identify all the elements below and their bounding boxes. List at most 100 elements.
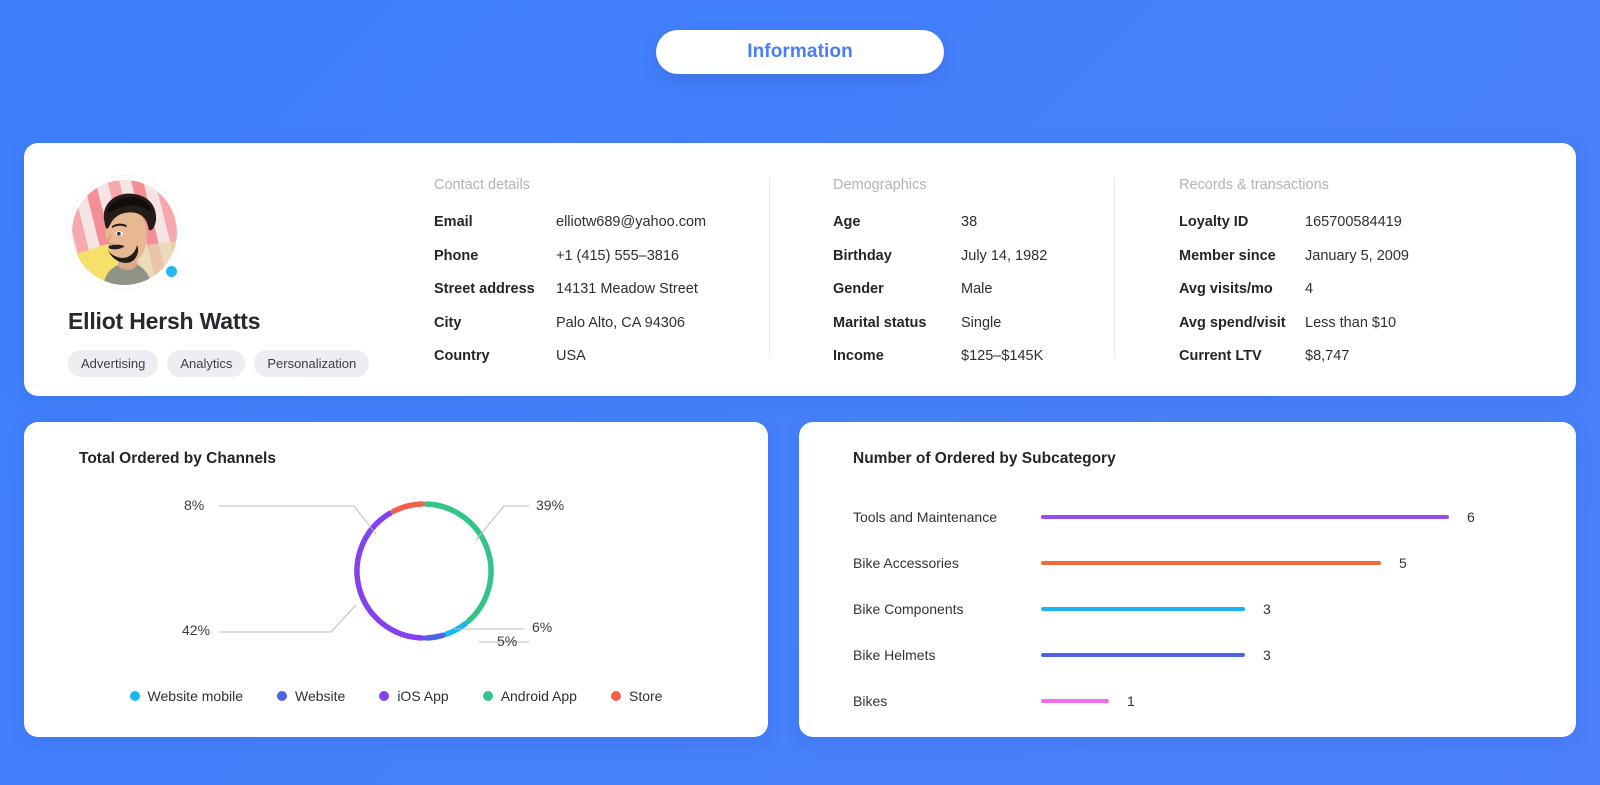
field-avg-visits: Avg visits/mo 4 xyxy=(1179,279,1514,300)
field-birthday: Birthday July 14, 1982 xyxy=(833,246,1114,267)
donut-chart-svg xyxy=(219,501,529,643)
bar-value-label: 3 xyxy=(1263,647,1271,663)
donut-label-website: 5% xyxy=(497,633,518,649)
records-transactions-column: Records & transactions Loyalty ID 165700… xyxy=(1114,143,1514,396)
field-street-address-value: 14131 Meadow Street xyxy=(556,281,698,297)
demographics-column: Demographics Age 38 Birthday July 14, 19… xyxy=(769,143,1114,396)
legend-label: Website xyxy=(294,688,346,704)
field-avg-spend-value: Less than $10 xyxy=(1305,314,1397,331)
bar-value-label: 6 xyxy=(1467,509,1475,525)
field-avg-visits-label: Avg visits/mo xyxy=(1179,281,1273,297)
field-phone: Phone +1 (415) 555–3816 xyxy=(434,246,769,267)
donut-segment[interactable] xyxy=(390,501,425,515)
total-ordered-by-channels-card: Total Ordered by Channels 8% 39% 42% 6% … xyxy=(24,422,768,737)
tag-analytics[interactable]: Analytics xyxy=(167,350,246,377)
field-loyalty-id: Loyalty ID 165700584419 xyxy=(1179,212,1514,233)
bar-category-label: Bike Accessories xyxy=(853,555,959,571)
donut-chart: 8% 39% 42% 6% 5% xyxy=(24,474,768,674)
donut-legend: Website mobile Website iOS App Android A… xyxy=(24,688,768,704)
bar-chart: Tools and Maintenance 6 Bike Accessories 5 B… xyxy=(799,494,1576,724)
legend-item-store[interactable]: Store xyxy=(610,688,662,704)
field-email: Email elliotw689@yahoo.com xyxy=(434,212,769,233)
legend-item-ios-app[interactable]: iOS App xyxy=(379,688,449,704)
bar-chart-title: Number of Ordered by Subcategory xyxy=(853,450,1116,467)
top-tab-bar: Information xyxy=(0,0,1600,74)
bar-row: Bike Accessories 5 xyxy=(853,540,1556,586)
bar-track: 3 xyxy=(1041,599,1556,619)
bar-row: Bike Helmets 3 xyxy=(853,632,1556,678)
profile-card: Elliot Hersh Watts Advertising Analytics… xyxy=(24,143,1576,396)
field-marital-status-label: Marital status xyxy=(833,314,927,331)
legend-item-android-app[interactable]: Android App xyxy=(482,688,577,704)
field-avg-spend-label: Avg spend/visit xyxy=(1179,314,1286,331)
field-country-label: Country xyxy=(434,348,490,364)
field-city-value: Palo Alto, CA 94306 xyxy=(556,314,685,331)
donut-label-website-mobile: 6% xyxy=(532,619,553,635)
bar-row: Tools and Maintenance 6 xyxy=(853,494,1556,540)
profile-tags: Advertising Analytics Personalization xyxy=(68,350,424,377)
avatar[interactable] xyxy=(68,176,181,289)
legend-dot-icon xyxy=(482,691,493,701)
field-age: Age 38 xyxy=(833,212,1114,233)
bar-value-label: 1 xyxy=(1127,693,1135,709)
field-phone-label: Phone xyxy=(434,247,479,264)
field-phone-value: +1 (415) 555–3816 xyxy=(556,247,679,264)
field-member-since-label: Member since xyxy=(1179,247,1276,264)
contact-details-title: Contact details xyxy=(434,177,530,193)
legend-item-website-mobile[interactable]: Website mobile xyxy=(129,688,243,704)
number-ordered-by-subcategory-card: Number of Ordered by Subcategory Tools a… xyxy=(799,422,1576,737)
field-loyalty-id-label: Loyalty ID xyxy=(1179,214,1249,230)
field-age-value: 38 xyxy=(961,214,978,230)
field-avg-visits-value: 4 xyxy=(1305,281,1314,297)
bar-fill[interactable] xyxy=(1041,652,1245,658)
donut-label-android-app: 39% xyxy=(536,497,565,513)
legend-label: iOS App xyxy=(397,688,449,704)
field-country-value: USA xyxy=(556,348,586,364)
field-country: Country USA xyxy=(434,346,769,367)
bar-track: 6 xyxy=(1041,507,1556,527)
contact-details-column: Contact details Email elliotw689@yahoo.c… xyxy=(424,143,769,396)
bar-track: 1 xyxy=(1041,691,1556,711)
field-birthday-value: July 14, 1982 xyxy=(961,247,1048,264)
tag-personalization[interactable]: Personalization xyxy=(254,350,370,377)
legend-dot-icon xyxy=(129,691,140,701)
field-email-value: elliotw689@yahoo.com xyxy=(556,214,707,230)
bar-fill[interactable] xyxy=(1041,514,1449,520)
legend-item-website[interactable]: Website xyxy=(276,688,346,704)
field-member-since: Member since January 5, 2009 xyxy=(1179,246,1514,267)
demographics-title: Demographics xyxy=(833,177,927,193)
field-current-ltv: Current LTV $8,747 xyxy=(1179,346,1514,367)
bar-fill[interactable] xyxy=(1041,606,1245,612)
page-title: Elliot Hersh Watts xyxy=(68,308,261,334)
bar-category-label: Bikes xyxy=(853,693,888,709)
legend-label: Website mobile xyxy=(147,688,243,704)
donut-segment[interactable] xyxy=(423,501,494,625)
profile-summary: Elliot Hersh Watts Advertising Analytics… xyxy=(24,143,424,396)
field-gender: Gender Male xyxy=(833,279,1114,300)
tag-advertising[interactable]: Advertising xyxy=(68,350,159,377)
tab-information[interactable]: Information xyxy=(656,30,944,74)
field-marital-status-value: Single xyxy=(961,314,1002,331)
bar-row: Bike Components 3 xyxy=(853,586,1556,632)
donut-chart-title: Total Ordered by Channels xyxy=(79,450,276,467)
field-gender-value: Male xyxy=(961,281,993,297)
donut-arcs xyxy=(354,501,494,641)
field-street-address-label: Street address xyxy=(434,281,535,297)
field-street-address: Street address 14131 Meadow Street xyxy=(434,279,769,300)
bar-fill[interactable] xyxy=(1041,560,1381,566)
field-age-label: Age xyxy=(833,214,861,230)
bar-row: Bikes 1 xyxy=(853,678,1556,724)
field-member-since-value: January 5, 2009 xyxy=(1305,247,1409,264)
status-online-dot xyxy=(163,263,180,280)
legend-dot-icon xyxy=(379,691,390,701)
donut-segment[interactable] xyxy=(354,510,425,641)
field-gender-label: Gender xyxy=(833,281,884,297)
records-transactions-title: Records & transactions xyxy=(1179,177,1329,193)
field-income-label: Income xyxy=(833,348,884,364)
donut-label-store: 8% xyxy=(184,497,205,513)
tab-information-label: Information xyxy=(747,41,853,62)
bar-fill[interactable] xyxy=(1041,698,1109,704)
donut-segment[interactable] xyxy=(423,632,446,641)
field-income: Income $125–$145K xyxy=(833,346,1114,367)
bar-track: 3 xyxy=(1041,645,1556,665)
